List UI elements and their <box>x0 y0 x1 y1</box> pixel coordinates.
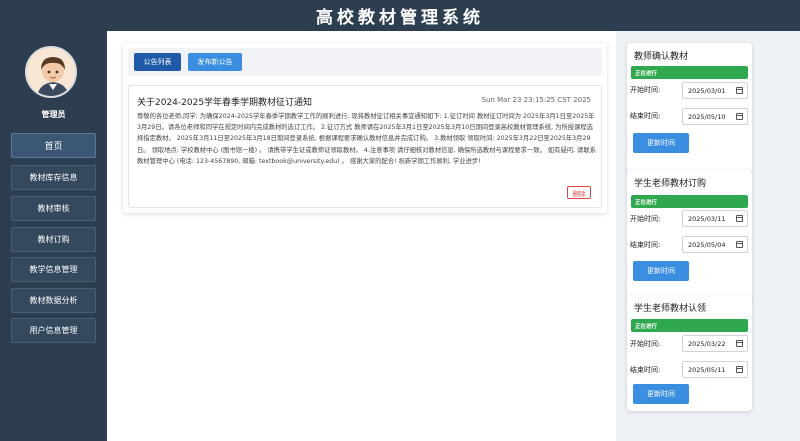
sidebar-item-label: 教材数据分析 <box>29 296 78 305</box>
status-badge: 正在进行 <box>631 319 748 332</box>
calendar-icon[interactable] <box>736 241 743 248</box>
avatar <box>25 46 77 98</box>
sidebar-item-analytics[interactable]: 教材数据分析 <box>11 288 96 313</box>
panel-student-claim: 学生老师教材认领 正在进行 开始时间: 2025/03/22 结束时间: 202… <box>627 295 752 411</box>
start-time-label: 开始时间: <box>630 340 661 348</box>
date-value: 2025/05/10 <box>688 112 726 121</box>
start-date-input[interactable]: 2025/03/22 <box>682 335 748 352</box>
sidebar-item-label: 用户信息管理 <box>29 326 78 335</box>
tab-bar: 公告列表 发布新公告 <box>128 48 602 76</box>
panel-title: 学生老师教材订购 <box>634 179 707 189</box>
panel-title: 学生老师教材认领 <box>634 304 707 314</box>
main-content: 公告列表 发布新公告 关于2024-2025学年春季学期教材征订通知 Sun M… <box>107 31 616 441</box>
end-time-label: 结束时间: <box>630 112 661 120</box>
end-date-input[interactable]: 2025/05/11 <box>682 361 748 378</box>
system-title: 高校教材管理系统 <box>316 8 484 28</box>
end-date-input[interactable]: 2025/05/10 <box>682 108 748 125</box>
delete-button[interactable]: 删除 <box>567 186 591 199</box>
end-time-label: 结束时间: <box>630 366 661 374</box>
start-date-input[interactable]: 2025/03/01 <box>682 82 748 99</box>
announcement-card: 公告列表 发布新公告 关于2024-2025学年春季学期教材征订通知 Sun M… <box>123 43 607 213</box>
sidebar-item-label: 教学信息管理 <box>29 265 78 274</box>
notice-item: 关于2024-2025学年春季学期教材征订通知 Sun Mar 23 23:15… <box>128 85 602 208</box>
calendar-icon[interactable] <box>736 113 743 120</box>
top-header: 高校教材管理系统 <box>0 0 800 31</box>
end-time-label: 结束时间: <box>630 241 661 249</box>
date-value: 2025/03/01 <box>688 86 726 95</box>
calendar-icon[interactable] <box>736 340 743 347</box>
update-time-button[interactable]: 更新时间 <box>633 384 689 404</box>
sidebar-item-teaching-info[interactable]: 教学信息管理 <box>11 257 96 282</box>
sidebar-item-label: 教材订购 <box>37 235 70 244</box>
status-badge: 正在进行 <box>631 66 748 79</box>
panel-teacher-confirm: 教师确认教材 正在进行 开始时间: 2025/03/01 结束时间: 2025/… <box>627 43 752 173</box>
sidebar-item-label: 教材审核 <box>37 204 70 213</box>
sidebar: 管理员 首页 教材库存信息 教材审核 教材订购 教学信息管理 教材数据分析 用户… <box>0 31 107 441</box>
start-time-label: 开始时间: <box>630 86 661 94</box>
tab-publish-announcement[interactable]: 发布新公告 <box>188 53 242 71</box>
update-time-button[interactable]: 更新时间 <box>633 261 689 281</box>
start-time-label: 开始时间: <box>630 215 661 223</box>
calendar-icon[interactable] <box>736 215 743 222</box>
sidebar-item-review[interactable]: 教材审核 <box>11 196 96 221</box>
sidebar-item-inventory[interactable]: 教材库存信息 <box>11 165 96 190</box>
sidebar-item-label: 首页 <box>44 142 63 152</box>
panel-student-order: 学生老师教材订购 正在进行 开始时间: 2025/03/11 结束时间: 202… <box>627 170 752 302</box>
tab-announcement-list[interactable]: 公告列表 <box>134 53 181 71</box>
start-date-input[interactable]: 2025/03/11 <box>682 210 748 227</box>
sidebar-item-users[interactable]: 用户信息管理 <box>11 318 96 343</box>
sidebar-item-ordering[interactable]: 教材订购 <box>11 227 96 252</box>
date-value: 2025/03/22 <box>688 339 726 348</box>
update-time-button[interactable]: 更新时间 <box>633 133 689 153</box>
role-label: 管理员 <box>41 110 66 119</box>
notice-date: Sun Mar 23 23:15:25 CST 2025 <box>481 96 591 104</box>
date-value: 2025/05/11 <box>688 365 726 374</box>
status-badge: 正在进行 <box>631 195 748 208</box>
sidebar-item-label: 教材库存信息 <box>29 173 78 182</box>
panel-title: 教师确认教材 <box>634 52 689 62</box>
calendar-icon[interactable] <box>736 87 743 94</box>
date-value: 2025/03/11 <box>688 214 726 223</box>
calendar-icon[interactable] <box>736 366 743 373</box>
end-date-input[interactable]: 2025/05/04 <box>682 236 748 253</box>
notice-body: 尊敬的各位老师,同学: 为确保2024-2025学年春季学期教学工作的顺利进行,… <box>137 113 596 165</box>
notice-title: 关于2024-2025学年春季学期教材征订通知 <box>137 98 313 108</box>
sidebar-item-home[interactable]: 首页 <box>11 133 96 158</box>
date-value: 2025/05/04 <box>688 240 726 249</box>
right-panel: 教师确认教材 正在进行 开始时间: 2025/03/01 结束时间: 2025/… <box>616 31 800 441</box>
